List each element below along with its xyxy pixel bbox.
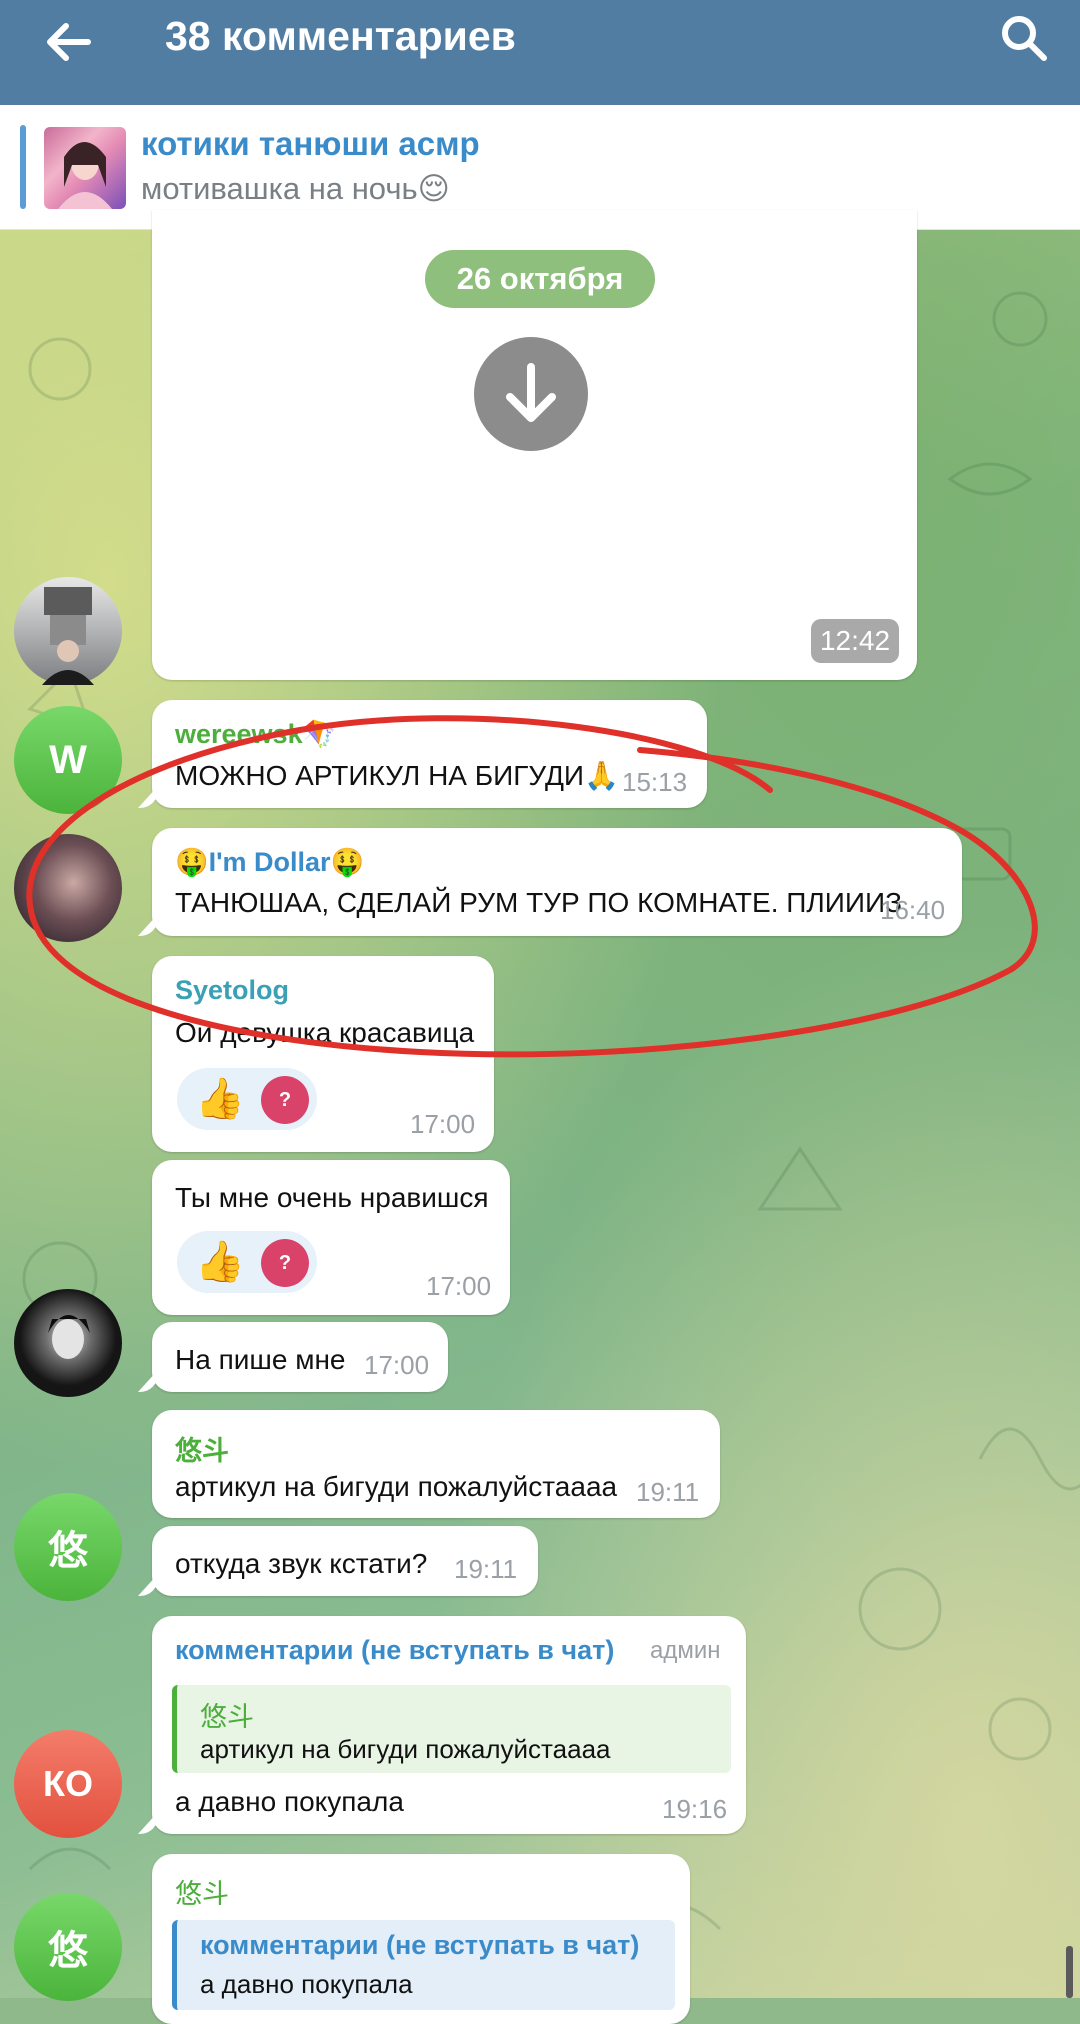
message-time: 15:13 [622, 767, 688, 797]
reaction-chip[interactable]: 👍 ? [177, 1068, 317, 1130]
message-text: Ой девушка красавица [175, 1017, 475, 1048]
message-time: 16:40 [880, 895, 946, 925]
message-text: На пише мне [175, 1344, 346, 1375]
message-text: откуда звук кстати? [175, 1548, 428, 1579]
search-button[interactable] [996, 10, 1052, 66]
pinned-title: котики танюши асмр [141, 125, 480, 162]
message-time: 17:00 [410, 1109, 476, 1139]
message-time: 19:16 [662, 1794, 728, 1824]
scrollbar[interactable] [1066, 1946, 1073, 1998]
pinned-subtitle: мотивашка на ночь😌 [141, 171, 450, 206]
sender-name[interactable]: 悠斗 [175, 1872, 229, 1911]
thumbs-up-icon: 👍 [195, 1240, 245, 1284]
reply-text: артикул на бигуди пожалуйстаааа [200, 1734, 611, 1764]
page-title: 38 комментариев [165, 13, 516, 59]
admin-badge: админ [650, 1637, 721, 1664]
pinned-thumbnail [44, 127, 126, 209]
sender-name[interactable]: 悠斗 [175, 1429, 229, 1468]
message-text: МОЖНО АРТИКУЛ НА БИГУДИ🙏 [175, 760, 619, 791]
thumbs-up-icon: 👍 [195, 1077, 245, 1121]
sender-name[interactable]: wereewsk🪁 [175, 718, 336, 750]
message-text: артикул на бигуди пожалуйстаааа [175, 1471, 618, 1502]
reaction-chip[interactable]: 👍 ? [177, 1231, 317, 1293]
date-separator: 26 октября [425, 250, 655, 308]
avatar[interactable]: W [14, 706, 122, 814]
avatar[interactable] [14, 834, 122, 942]
reaction-user-avatar: ? [261, 1239, 309, 1287]
reaction-user-avatar: ? [261, 1076, 309, 1124]
search-icon [1002, 16, 1047, 61]
message-text: а давно покупала [175, 1786, 404, 1817]
arrow-left-icon [47, 23, 91, 61]
message-bubble[interactable] [152, 828, 962, 936]
message-text: Ты мне очень нравишся [175, 1182, 489, 1213]
avatar[interactable] [14, 577, 122, 685]
message-time: 19:11 [454, 1554, 518, 1584]
avatar[interactable]: КО [14, 1730, 122, 1838]
avatar[interactable]: 悠 [14, 1493, 122, 1601]
arrow-down-icon [506, 363, 556, 422]
back-button[interactable] [40, 12, 100, 72]
download-button[interactable] [474, 337, 588, 451]
avatar[interactable]: 悠 [14, 1893, 122, 2001]
avatar[interactable] [14, 1289, 122, 1397]
sender-name[interactable]: 🤑I'm Dollar🤑 [175, 846, 364, 878]
message-time: 19:11 [636, 1477, 700, 1507]
reply-sender: комментарии (не вступать в чат) [200, 1930, 640, 1960]
reply-text: а давно покупала [200, 1969, 413, 1999]
reply-sender: 悠斗 [200, 1702, 254, 1732]
message-text: ТАНЮШАА, СДЕЛАЙ РУМ ТУР ПО КОМНАТЕ. ПЛИИ… [175, 887, 903, 918]
sender-name[interactable]: Syetolog [175, 975, 289, 1006]
sender-name[interactable]: комментарии (не вступать в чат) [175, 1635, 614, 1666]
message-time: 17:00 [426, 1271, 492, 1301]
message-time: 12:42 [811, 619, 899, 663]
pinned-accent-line [20, 125, 26, 209]
app-bar: 38 комментариев [0, 0, 1080, 105]
message-time: 17:00 [364, 1350, 430, 1380]
